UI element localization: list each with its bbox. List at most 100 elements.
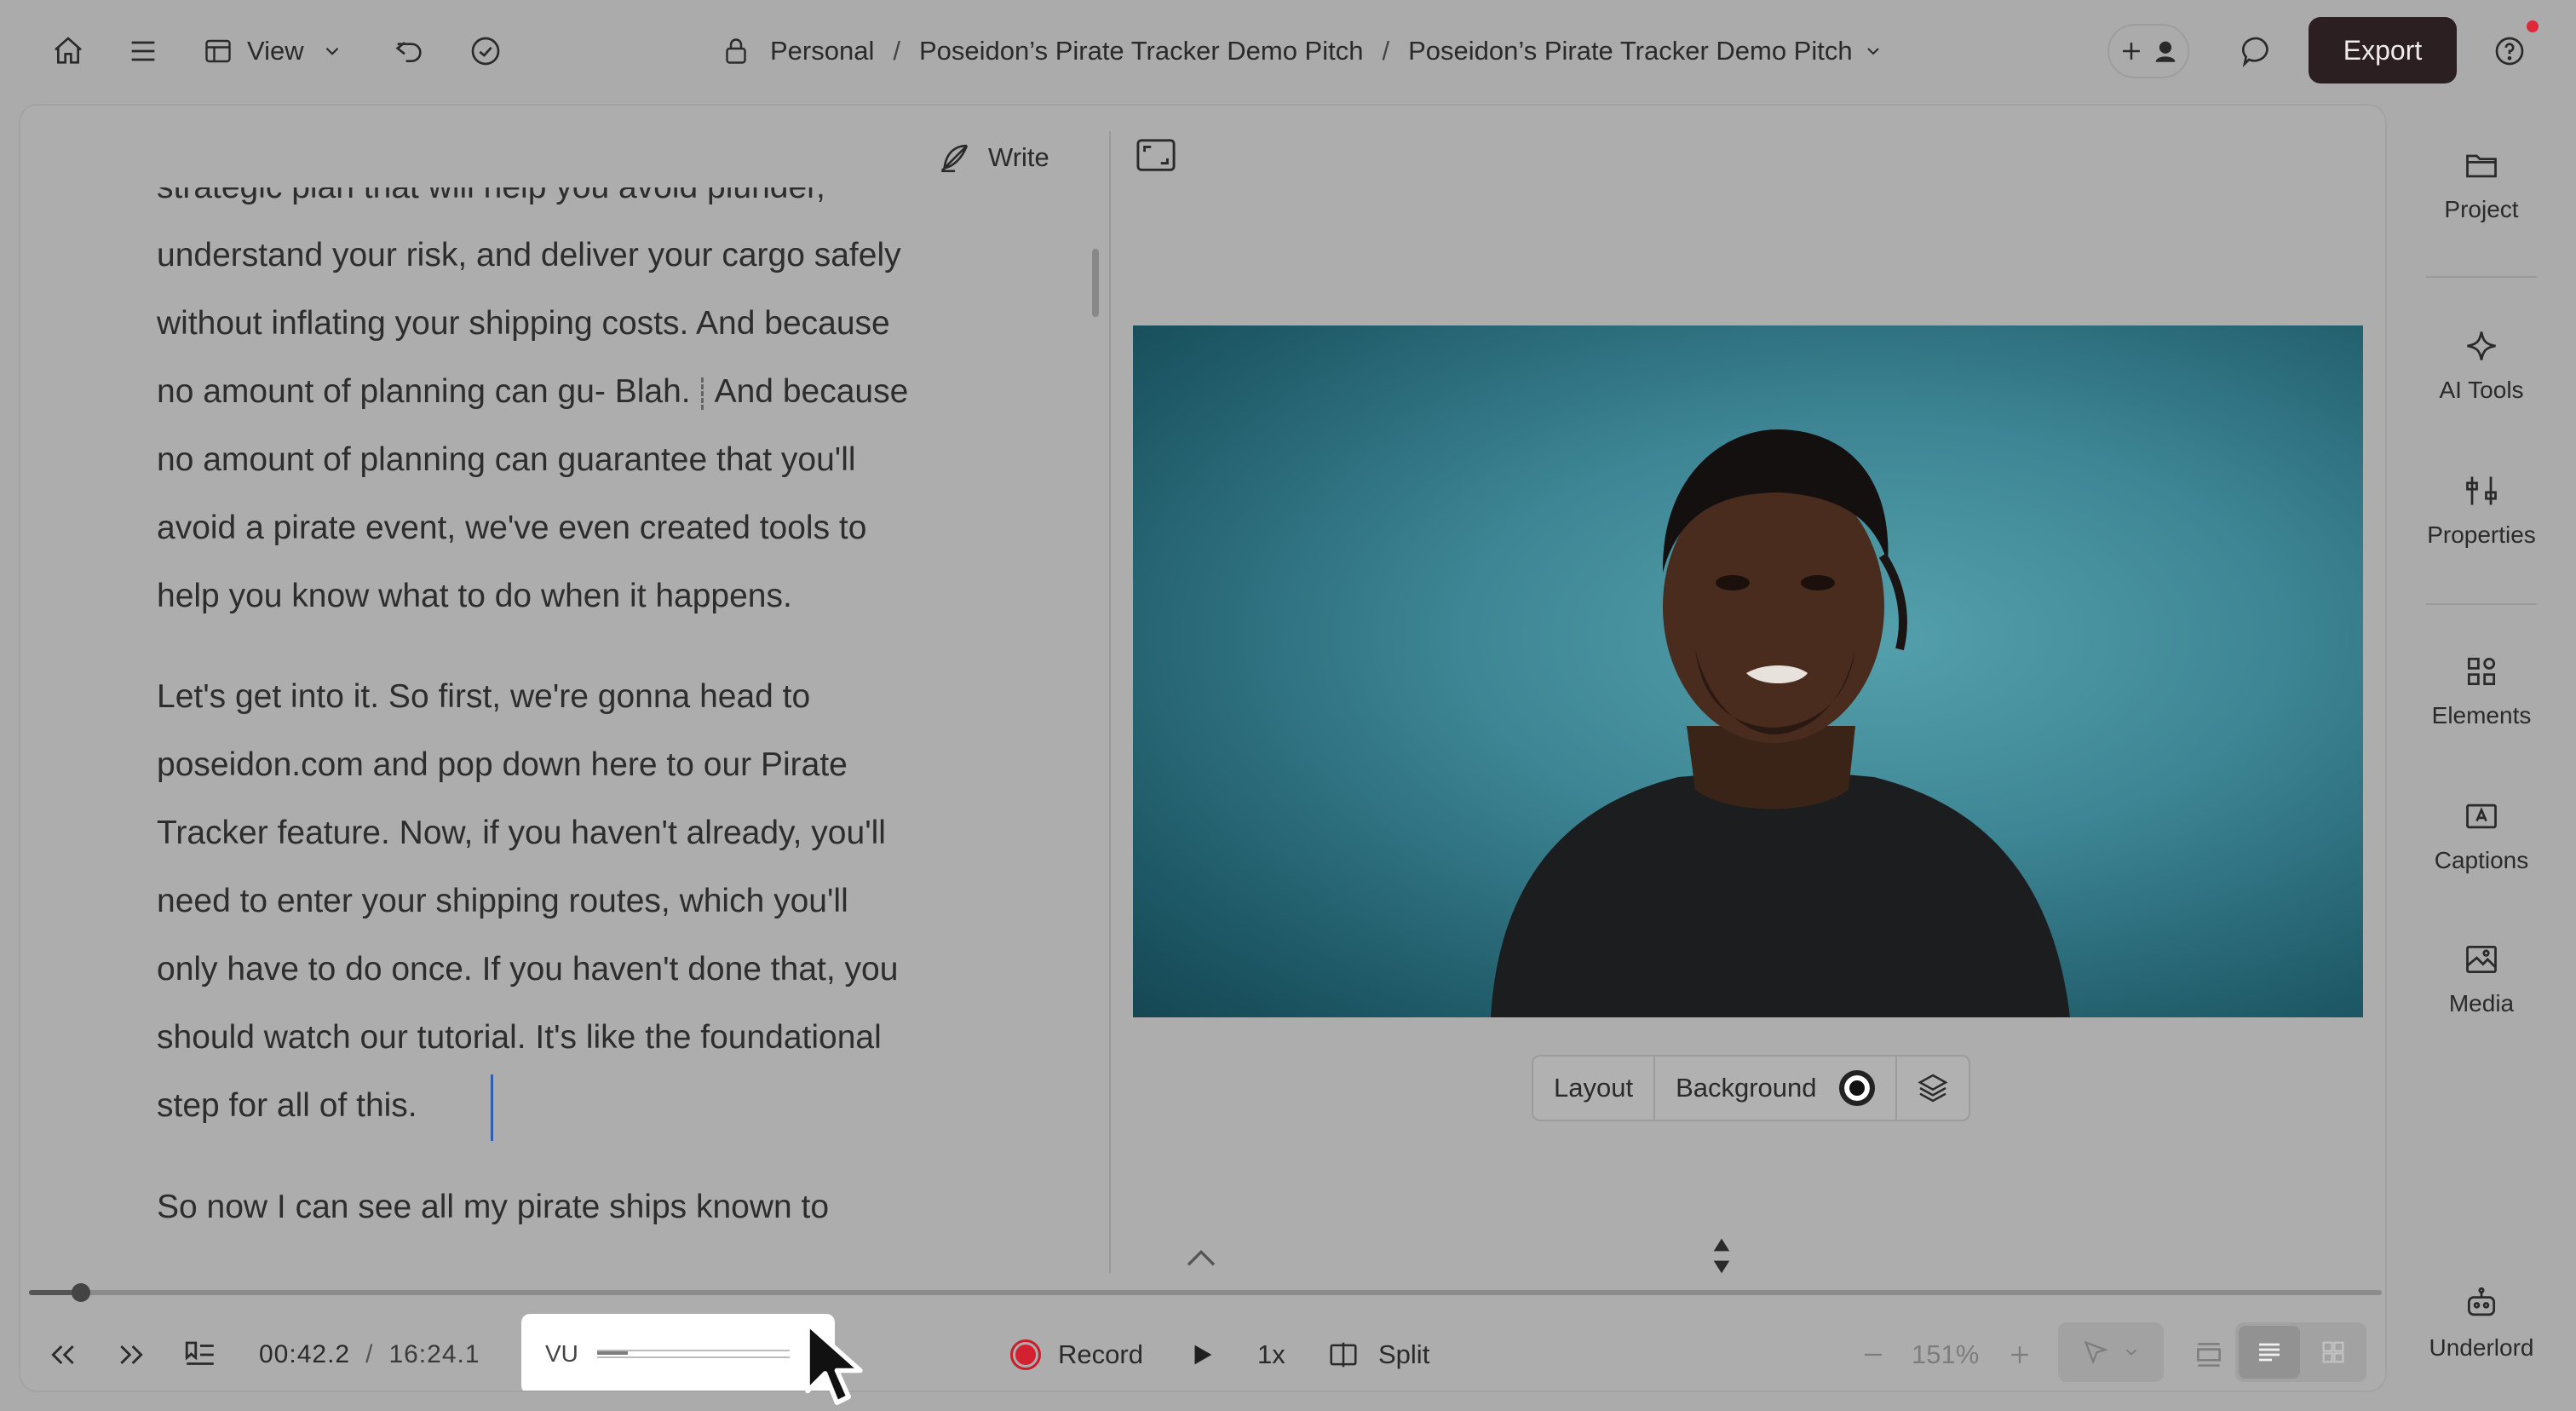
breadcrumb-item-composition[interactable]: Poseidon’s Pirate Tracker Demo Pitch [1408, 36, 1853, 66]
background-button[interactable]: Background [1655, 1057, 1897, 1120]
transcript-paragraph[interactable]: So now I can see all my pirate ships kno… [157, 1173, 1009, 1241]
transcript-line[interactable]: So now I can see all my pirate ships kno… [157, 1173, 1009, 1241]
canvas-toolbar: Layout Background [1532, 1055, 1970, 1121]
transcript-line[interactable]: no amount of planning can gu- Blah. And b… [157, 358, 1009, 426]
record-icon [1010, 1339, 1041, 1370]
background-color-swatch[interactable] [1838, 1070, 1875, 1106]
speaker-figure [1491, 429, 2070, 1017]
playhead[interactable] [71, 1283, 90, 1302]
chevron-down-icon [2125, 1349, 2137, 1356]
transcript-paragraph[interactable]: Let's get into it. So first, we're gonna… [157, 663, 1009, 1141]
transcript-line[interactable]: only have to do once. If you haven't don… [157, 936, 1009, 1004]
double-chevron-right-icon [120, 1345, 143, 1365]
breadcrumb-separator: / [893, 36, 900, 66]
vu-label: VU [545, 1340, 578, 1367]
vu-meter[interactable]: VU [521, 1314, 835, 1391]
sidebar-item-media[interactable]: Media [2409, 941, 2554, 1017]
undo-button[interactable] [382, 24, 436, 78]
expand-icon[interactable] [1136, 138, 1176, 172]
pane-divider[interactable] [1109, 131, 1111, 1273]
chevron-down-icon[interactable] [1863, 41, 1883, 61]
transcript-scrollbar[interactable] [1092, 249, 1099, 317]
grid-icon [2322, 1341, 2344, 1363]
vu-channel-line [596, 1356, 790, 1358]
shapes-icon [2467, 657, 2496, 686]
transcript-line[interactable]: Tracker feature. Now, if you haven't alr… [157, 799, 1009, 867]
comments-button[interactable] [2230, 24, 2285, 78]
home-icon [55, 37, 82, 64]
zoom-level[interactable]: 151% [1912, 1314, 1979, 1391]
timecode: 00:42.2 / 16:24.1 [259, 1314, 480, 1391]
layers-button[interactable] [1897, 1057, 1969, 1120]
sidebar-divider [2426, 603, 2537, 605]
layout-icon [205, 39, 231, 63]
play-icon [1194, 1345, 1212, 1365]
transcript-line[interactable]: poseidon.com and pop down here to our Pi… [157, 731, 1009, 799]
transcript-paragraph[interactable]: strategic plan that will help you avoid … [157, 187, 1009, 631]
zoom-in-button[interactable] [2005, 1314, 2034, 1391]
split-button[interactable]: Split [1327, 1314, 1429, 1391]
background-label: Background [1676, 1073, 1817, 1103]
playback-speed-button[interactable]: 1x [1257, 1314, 1285, 1391]
home-button[interactable] [41, 24, 95, 78]
write-mode-button[interactable]: Write [937, 136, 1049, 179]
chapters-button[interactable] [182, 1314, 218, 1391]
transcript-line[interactable]: understand your risk, and deliver your c… [157, 222, 1009, 290]
sidebar-item-project[interactable]: Project [2409, 147, 2554, 223]
sidebar-item-ai-tools[interactable]: AI Tools [2409, 327, 2554, 404]
skip-forward-button[interactable] [114, 1314, 148, 1391]
breadcrumb: Personal / Poseidon’s Pirate Tracker Dem… [721, 26, 1883, 77]
mouse-cursor-icon [805, 1321, 863, 1405]
transcript-line[interactable]: avoid a pirate event, we've even created… [157, 494, 1009, 562]
transcript-line[interactable]: no amount of planning can guarantee that… [157, 426, 1009, 494]
transcript-segment[interactable]: no amount of planning can gu- Blah. [157, 373, 691, 410]
breadcrumb-item-project[interactable]: Poseidon’s Pirate Tracker Demo Pitch [919, 36, 1364, 66]
transcript-editor[interactable]: strategic plan that will help you avoid … [157, 187, 1009, 1276]
track-view-button[interactable] [2193, 1314, 2225, 1391]
collaborators-button[interactable] [2107, 24, 2189, 78]
sidebar-item-underlord[interactable]: Underlord [2409, 1285, 2554, 1362]
transcript-line[interactable]: should watch our tutorial. It's like the… [157, 1004, 1009, 1072]
check-circle-icon [471, 37, 500, 66]
robot-icon [2467, 1287, 2496, 1316]
transcript-segment[interactable]: step for all of this. [157, 1087, 417, 1124]
breadcrumb-item-workspace[interactable]: Personal [770, 36, 874, 66]
vu-level [596, 1351, 629, 1355]
plus-icon [2123, 43, 2140, 60]
grid-view-button[interactable] [2303, 1326, 2363, 1379]
help-button[interactable] [2482, 24, 2537, 78]
current-time: 00:42.2 [259, 1340, 351, 1368]
menu-button[interactable] [116, 24, 170, 78]
select-tool-button[interactable] [2058, 1322, 2164, 1382]
sidebar-item-properties[interactable]: Properties [2409, 472, 2554, 549]
text-lines-icon [2259, 1343, 2280, 1362]
layers-icon [1917, 1074, 1948, 1103]
transcript-line[interactable]: need to enter your shipping routes, whic… [157, 867, 1009, 936]
timeline-scrubber[interactable] [29, 1283, 2382, 1302]
transcript-line[interactable]: strategic plan that will help you avoid … [157, 187, 1009, 222]
sidebar-item-elements[interactable]: Elements [2409, 653, 2554, 729]
transcript-segment[interactable]: And because [715, 373, 909, 410]
layout-button[interactable]: Layout [1533, 1057, 1656, 1120]
export-button[interactable]: Export [2309, 17, 2457, 84]
zoom-out-button[interactable] [1859, 1314, 1888, 1391]
chevron-up-icon[interactable] [1184, 1247, 1218, 1268]
record-button[interactable]: Record [1010, 1314, 1143, 1391]
edit-cut-marker[interactable] [700, 377, 704, 410]
sidebar-item-captions[interactable]: Captions [2409, 798, 2554, 874]
skip-back-button[interactable] [46, 1314, 80, 1391]
transcript-line[interactable]: Let's get into it. So first, we're gonna… [157, 663, 1009, 731]
resize-handle-icon[interactable] [1711, 1235, 1733, 1276]
play-button[interactable] [1187, 1314, 1216, 1391]
checkmark-button[interactable] [458, 24, 513, 78]
transcript-line[interactable]: step for all of this. [157, 1072, 1009, 1141]
video-preview[interactable] [1133, 325, 2363, 1017]
quill-pen-icon [940, 144, 969, 173]
sidebar-item-label: Properties [2427, 521, 2536, 548]
transcript-line[interactable]: without inflating your shipping costs. A… [157, 290, 1009, 358]
transcript-line[interactable]: help you know what to do when it happens… [157, 562, 1009, 631]
sidebar-item-label: Project [2444, 196, 2519, 222]
script-view-button[interactable] [2239, 1326, 2300, 1379]
view-menu-button[interactable]: View [203, 26, 343, 77]
write-label: Write [988, 142, 1049, 172]
